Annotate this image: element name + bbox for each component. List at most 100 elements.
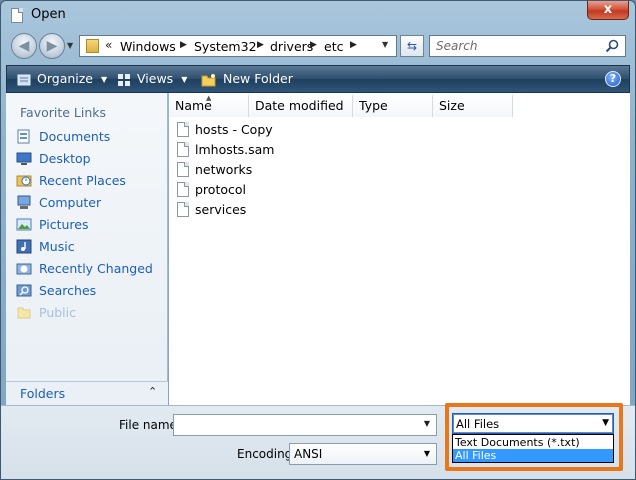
list-item[interactable]: networks (177, 160, 377, 180)
organize-button[interactable]: Organize ▼ (17, 71, 107, 87)
breadcrumb-drivers[interactable]: drivers (270, 39, 313, 54)
file-icon (177, 202, 189, 217)
sidebar-item-label: Public (39, 305, 76, 320)
window-title: Open (31, 7, 66, 22)
folders-toggle[interactable]: Folders ⌃ (6, 381, 168, 405)
sidebar-item-label: Documents (39, 129, 111, 144)
file-type-select[interactable]: All Files ▼ (452, 413, 614, 434)
views-button[interactable]: Views ▼ (117, 71, 187, 87)
refresh-icon: ⇆ (406, 39, 418, 53)
column-header-name[interactable]: ▲ Name (169, 94, 249, 117)
favorite-links-heading: Favorite Links (20, 105, 107, 120)
file-list: ▲ Name Date modified Type Size hosts - C… (169, 93, 630, 405)
recent-places-icon (16, 175, 32, 187)
sidebar-item-searches[interactable]: Searches (14, 281, 166, 301)
file-name-label: File name: (119, 418, 181, 432)
recent-pages-dropdown-icon[interactable]: ▼ (67, 41, 73, 50)
sidebar-item-recently-changed[interactable]: Recently Changed (14, 259, 166, 279)
music-icon (16, 239, 32, 254)
organize-icon (17, 74, 31, 85)
file-icon (177, 122, 189, 137)
back-button[interactable]: ◀ (11, 33, 37, 59)
list-item[interactable]: services (177, 200, 377, 220)
column-header-label: Type (359, 98, 388, 113)
organize-label: Organize (37, 71, 93, 86)
recently-changed-icon (16, 263, 32, 275)
close-button[interactable]: x (587, 1, 629, 20)
title-bar[interactable]: Open x (1, 1, 635, 29)
list-item[interactable]: hosts - Copy (177, 120, 377, 140)
address-bar[interactable]: « Windows ▶ System32 ▶ drivers ▶ etc ▶ ▼ (79, 35, 397, 57)
sort-ascending-icon: ▲ (206, 94, 212, 102)
folder-icon (86, 39, 99, 53)
sidebar-item-label: Recently Changed (39, 261, 153, 276)
command-toolbar: Organize ▼ Views ▼ New Folder ? (6, 65, 630, 93)
navigation-pane: Favorite Links Documents Desktop Recent … (6, 93, 168, 405)
sidebar-item-label: Searches (39, 283, 97, 298)
breadcrumb-system32[interactable]: System32 (194, 39, 257, 54)
chevron-up-icon: ⌃ (148, 385, 158, 398)
search-box[interactable]: Search (429, 35, 626, 57)
sidebar-item-label: Pictures (39, 217, 89, 232)
search-icon[interactable] (605, 39, 619, 53)
searches-icon (16, 284, 32, 297)
breadcrumb-arrow-icon[interactable]: ▶ (350, 40, 357, 50)
file-name-input[interactable]: ▼ (173, 414, 437, 436)
computer-icon (17, 195, 31, 209)
file-type-dropdown-list: Text Documents (*.txt) All Files (452, 434, 614, 463)
list-item[interactable]: lmhosts.sam (177, 140, 377, 160)
breadcrumb-windows[interactable]: Windows (120, 39, 176, 54)
encoding-select[interactable]: ANSI ▼ (289, 443, 437, 465)
address-overflow-chevron[interactable]: « (105, 38, 112, 52)
sidebar-item-label: Music (39, 239, 75, 254)
file-type-value: All Files (456, 417, 500, 431)
column-header-label: Size (439, 98, 465, 113)
column-header-label: Date modified (255, 98, 344, 113)
views-icon (118, 73, 130, 86)
file-name: networks (195, 162, 253, 177)
forward-button[interactable]: ▶ (39, 33, 65, 59)
chevron-down-icon: ▼ (101, 75, 108, 84)
notepad-document-icon (11, 8, 23, 23)
views-label: Views (137, 71, 174, 86)
breadcrumb-arrow-icon[interactable]: ▶ (257, 40, 264, 50)
breadcrumb-arrow-icon[interactable]: ▶ (180, 40, 187, 50)
refresh-button[interactable]: ⇆ (400, 35, 424, 57)
new-folder-button[interactable]: New Folder (201, 71, 293, 87)
sidebar-item-desktop[interactable]: Desktop (14, 149, 166, 169)
sidebar-item-public[interactable]: Public (14, 303, 166, 323)
public-folder-icon (17, 307, 31, 319)
sidebar-item-computer[interactable]: Computer (14, 193, 166, 213)
pictures-icon (16, 218, 32, 231)
documents-icon (17, 129, 30, 144)
address-dropdown-icon[interactable]: ▼ (382, 40, 388, 49)
column-header-size[interactable]: Size (433, 95, 513, 117)
file-type-option-text-documents[interactable]: Text Documents (*.txt) (453, 436, 613, 449)
sidebar-item-music[interactable]: Music (14, 237, 166, 257)
encoding-label: Encoding: (237, 447, 297, 461)
file-name: hosts - Copy (195, 122, 273, 137)
column-header-date-modified[interactable]: Date modified (249, 95, 353, 117)
chevron-down-icon: ▼ (423, 449, 430, 458)
desktop-icon (16, 152, 32, 165)
column-header-type[interactable]: Type (353, 95, 433, 117)
new-folder-label: New Folder (223, 71, 293, 86)
sidebar-item-recent-places[interactable]: Recent Places (14, 171, 166, 191)
chevron-down-icon[interactable]: ▼ (424, 419, 430, 428)
breadcrumb-arrow-icon[interactable]: ▶ (310, 40, 317, 50)
sidebar-item-pictures[interactable]: Pictures (14, 215, 166, 235)
chevron-down-icon: ▼ (181, 75, 188, 84)
sidebar-item-label: Computer (39, 195, 102, 210)
list-item[interactable]: protocol (177, 180, 377, 200)
file-name: services (195, 202, 247, 217)
breadcrumb-etc[interactable]: etc (324, 39, 343, 54)
file-icon (177, 182, 189, 197)
chevron-down-icon: ▼ (602, 418, 609, 428)
search-placeholder: Search (436, 39, 478, 53)
help-icon[interactable]: ? (605, 71, 621, 87)
sidebar-item-label: Recent Places (39, 173, 126, 188)
sidebar-item-documents[interactable]: Documents (14, 127, 166, 147)
file-name: protocol (195, 182, 246, 197)
new-folder-icon (201, 73, 216, 86)
file-type-option-all-files[interactable]: All Files (453, 449, 613, 462)
